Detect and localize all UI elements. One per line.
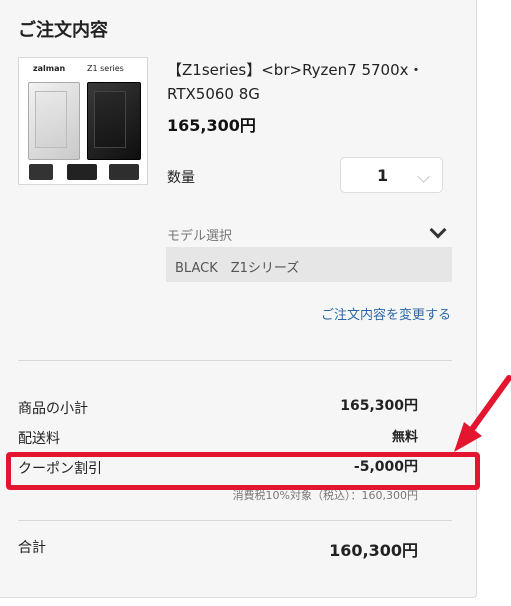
red-arrow-icon bbox=[454, 375, 511, 452]
